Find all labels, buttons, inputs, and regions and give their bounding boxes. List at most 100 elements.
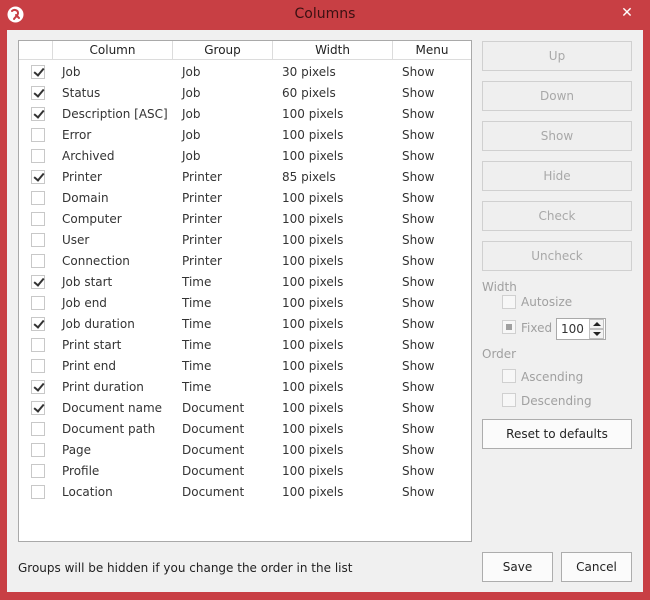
list-header: Column Group Width Menu (19, 41, 471, 60)
list-row[interactable]: Document path Document 100 pixels Show (19, 419, 471, 440)
row-column-name: Job end (62, 296, 107, 310)
show-button[interactable]: Show (482, 121, 632, 151)
close-button[interactable]: ✕ (612, 2, 642, 24)
row-menu: Show (402, 443, 435, 457)
row-width: 85 pixels (282, 170, 336, 184)
row-checkbox[interactable] (31, 443, 45, 457)
list-row[interactable]: Error Job 100 pixels Show (19, 125, 471, 146)
list-row[interactable]: Computer Printer 100 pixels Show (19, 209, 471, 230)
list-row[interactable]: Description [ASC] Job 100 pixels Show (19, 104, 471, 125)
row-width: 60 pixels (282, 86, 336, 100)
list-row[interactable]: Status Job 60 pixels Show (19, 83, 471, 104)
spin-down-icon[interactable] (589, 329, 604, 339)
check-button[interactable]: Check (482, 201, 632, 231)
list-row[interactable]: Print duration Time 100 pixels Show (19, 377, 471, 398)
header-column[interactable]: Column (53, 41, 173, 60)
row-checkbox[interactable] (31, 359, 45, 373)
row-group: Time (182, 359, 212, 373)
row-checkbox[interactable] (31, 464, 45, 478)
header-menu[interactable]: Menu (393, 41, 471, 60)
row-checkbox[interactable] (31, 107, 45, 121)
list-row[interactable]: Print start Time 100 pixels Show (19, 335, 471, 356)
row-column-name: Document name (62, 401, 163, 415)
fixed-radio[interactable] (502, 320, 516, 334)
fixed-label: Fixed (521, 321, 553, 335)
row-column-name: Error (62, 128, 92, 142)
row-checkbox[interactable] (31, 233, 45, 247)
row-checkbox[interactable] (31, 149, 45, 163)
columns-list[interactable]: Column Group Width Menu Job Job 30 pixels S… (18, 40, 472, 542)
list-row[interactable]: Archived Job 100 pixels Show (19, 146, 471, 167)
list-row[interactable]: Job end Time 100 pixels Show (19, 293, 471, 314)
list-row[interactable]: Location Document 100 pixels Show (19, 482, 471, 503)
row-checkbox[interactable] (31, 296, 45, 310)
save-button[interactable]: Save (482, 552, 553, 582)
row-checkbox[interactable] (31, 485, 45, 499)
row-checkbox[interactable] (31, 380, 45, 394)
up-button[interactable]: Up (482, 41, 632, 71)
header-group[interactable]: Group (173, 41, 273, 60)
row-column-name: Connection (62, 254, 130, 268)
row-width: 100 pixels (282, 128, 344, 142)
row-checkbox[interactable] (31, 275, 45, 289)
row-column-name: Job start (62, 275, 113, 289)
cancel-button[interactable]: Cancel (561, 552, 632, 582)
columns-dialog: Columns ✕ Column Group Width Menu Job Job… (0, 0, 650, 600)
header-check-column[interactable] (19, 41, 53, 60)
row-menu: Show (402, 191, 435, 205)
row-column-name: Page (62, 443, 92, 457)
row-group: Document (182, 485, 245, 499)
row-checkbox[interactable] (31, 401, 45, 415)
list-row[interactable]: Job Job 30 pixels Show (19, 62, 471, 83)
row-checkbox[interactable] (31, 170, 45, 184)
down-button[interactable]: Down (482, 81, 632, 111)
order-warning-text: Groups will be hidden if you change the … (18, 561, 353, 575)
list-row[interactable]: Domain Printer 100 pixels Show (19, 188, 471, 209)
fixed-width-stepper[interactable]: 100 (556, 318, 606, 340)
list-row[interactable]: Job start Time 100 pixels Show (19, 272, 471, 293)
row-checkbox[interactable] (31, 86, 45, 100)
row-width: 100 pixels (282, 191, 344, 205)
row-width: 100 pixels (282, 149, 344, 163)
list-row[interactable]: Page Document 100 pixels Show (19, 440, 471, 461)
row-menu: Show (402, 296, 435, 310)
row-checkbox[interactable] (31, 191, 45, 205)
row-checkbox[interactable] (31, 212, 45, 226)
row-menu: Show (402, 212, 435, 226)
list-row[interactable]: Job duration Time 100 pixels Show (19, 314, 471, 335)
spin-up-icon[interactable] (589, 319, 604, 329)
row-width: 30 pixels (282, 65, 336, 79)
row-column-name: User (62, 233, 90, 247)
row-group: Printer (182, 233, 222, 247)
row-checkbox[interactable] (31, 128, 45, 142)
row-checkbox[interactable] (31, 338, 45, 352)
window-title: Columns (294, 6, 356, 22)
width-section-label: Width (482, 280, 517, 294)
ascending-radio[interactable] (502, 369, 516, 383)
hide-button[interactable]: Hide (482, 161, 632, 191)
autosize-label: Autosize (521, 295, 573, 309)
reset-to-defaults-button[interactable]: Reset to defaults (482, 419, 632, 449)
row-menu: Show (402, 464, 435, 478)
list-row[interactable]: Document name Document 100 pixels Show (19, 398, 471, 419)
list-row[interactable]: Profile Document 100 pixels Show (19, 461, 471, 482)
row-checkbox[interactable] (31, 254, 45, 268)
row-checkbox[interactable] (31, 65, 45, 79)
uncheck-button[interactable]: Uncheck (482, 241, 632, 271)
list-row[interactable]: User Printer 100 pixels Show (19, 230, 471, 251)
header-width[interactable]: Width (273, 41, 393, 60)
descending-radio[interactable] (502, 393, 516, 407)
row-width: 100 pixels (282, 107, 344, 121)
row-column-name: Job duration (62, 317, 135, 331)
row-checkbox[interactable] (31, 317, 45, 331)
row-column-name: Archived (62, 149, 115, 163)
fixed-width-value[interactable]: 100 (561, 322, 584, 336)
list-row[interactable]: Connection Printer 100 pixels Show (19, 251, 471, 272)
row-checkbox[interactable] (31, 422, 45, 436)
list-row[interactable]: Print end Time 100 pixels Show (19, 356, 471, 377)
autosize-radio[interactable] (502, 295, 516, 309)
row-column-name: Domain (62, 191, 109, 205)
title-bar: Columns ✕ (0, 0, 650, 30)
list-row[interactable]: Printer Printer 85 pixels Show (19, 167, 471, 188)
row-column-name: Document path (62, 422, 156, 436)
